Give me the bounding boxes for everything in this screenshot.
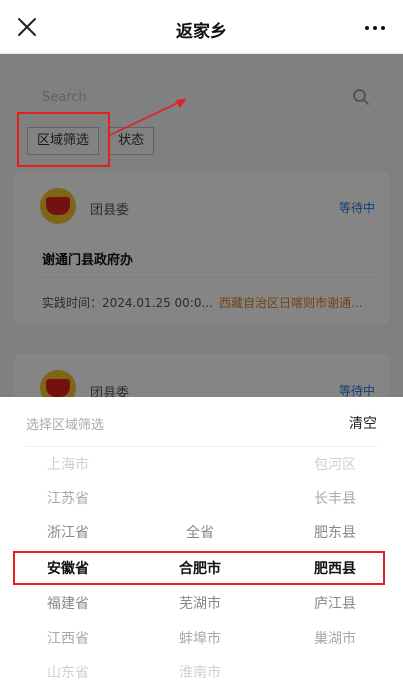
region-picker-sheet: 选择区域筛选 清空 上海市 江苏省 浙江省 安徽省 福建省 江西省 山东省 全省…: [0, 397, 403, 693]
annotation-highlight-box: [17, 112, 110, 167]
province-option[interactable]: 江苏省: [18, 489, 118, 509]
more-options-icon[interactable]: [365, 26, 385, 32]
province-option[interactable]: 浙江省: [18, 523, 118, 543]
city-option[interactable]: 芜湖市: [150, 594, 250, 614]
county-option[interactable]: 庐江县: [285, 594, 385, 614]
county-option[interactable]: 包河区: [285, 455, 385, 475]
picker-label: 选择区域筛选: [26, 418, 105, 433]
province-option[interactable]: 上海市: [18, 455, 118, 475]
selected-row-highlight: [13, 551, 385, 585]
county-option[interactable]: 长丰县: [285, 489, 385, 509]
page-title: 返家乡: [176, 22, 227, 42]
city-option[interactable]: 淮南市: [150, 663, 250, 683]
province-option[interactable]: 福建省: [18, 594, 118, 614]
city-option[interactable]: 蚌埠市: [150, 629, 250, 649]
county-option[interactable]: 巢湖市: [285, 629, 385, 649]
province-option[interactable]: 山东省: [18, 663, 118, 683]
clear-button[interactable]: 清空: [349, 413, 377, 433]
city-option[interactable]: 全省: [150, 523, 250, 543]
divider: [26, 446, 377, 447]
province-option[interactable]: 江西省: [18, 629, 118, 649]
top-nav-bar: 返家乡: [0, 0, 403, 54]
modal-overlay[interactable]: [0, 54, 403, 397]
county-option[interactable]: 肥东县: [285, 523, 385, 543]
